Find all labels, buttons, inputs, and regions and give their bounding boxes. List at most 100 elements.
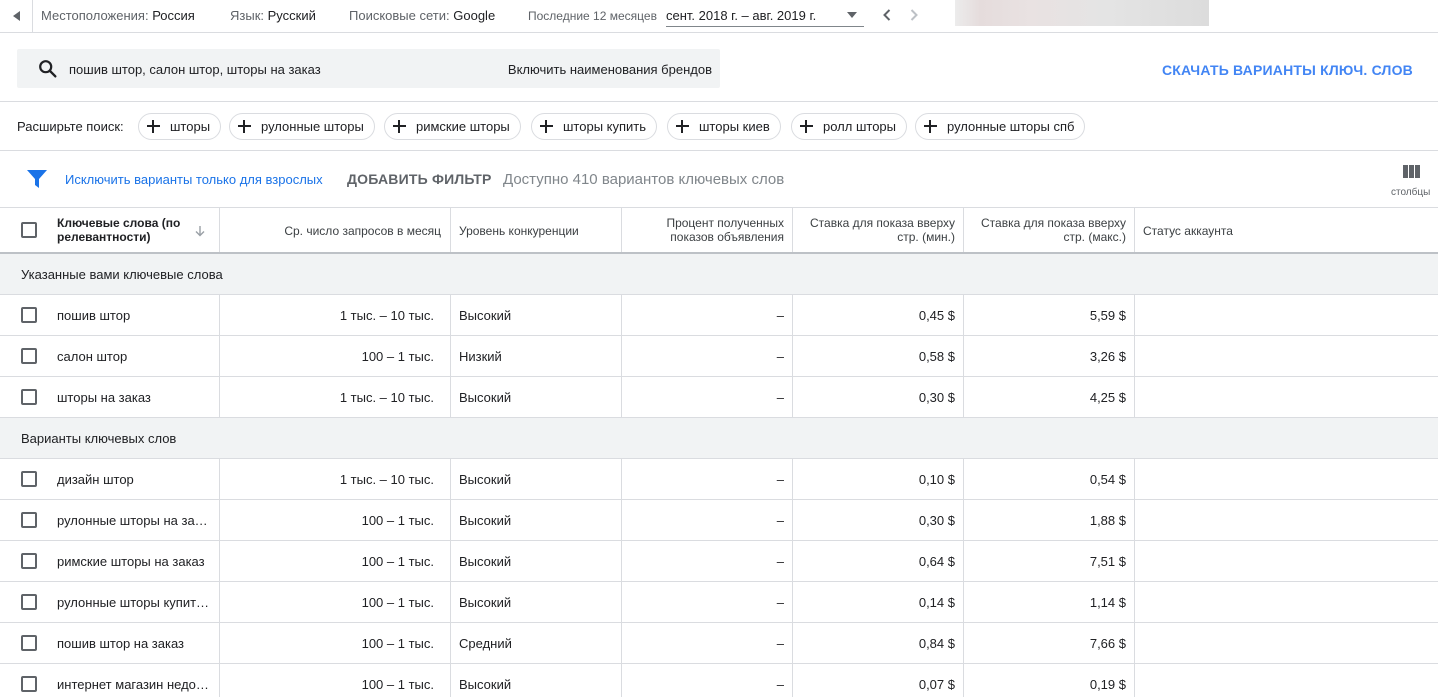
- bid-high-value: 7,51 $: [1089, 554, 1126, 569]
- impression-share-value: –: [776, 513, 784, 528]
- back-button[interactable]: [0, 0, 33, 32]
- keyword-search-box[interactable]: пошив штор, салон штор, шторы на заказ В…: [17, 49, 720, 88]
- impression-share-value: –: [776, 554, 784, 569]
- bid-high-value: 0,54 $: [1089, 472, 1126, 487]
- date-range-value: сент. 2018 г. – авг. 2019 г.: [666, 8, 817, 23]
- expand-chip[interactable]: ролл шторы: [791, 113, 907, 140]
- header-account-status-label: Статус аккаунта: [1143, 224, 1233, 238]
- competition-value: Высокий: [459, 677, 512, 692]
- impression-share-value: –: [776, 390, 784, 405]
- account-status-cell: [1135, 500, 1435, 540]
- keyword-text: рулонные шторы на заказ: [57, 513, 212, 528]
- exclude-adult-filter[interactable]: Исключить варианты только для взрослых: [65, 172, 323, 187]
- columns-button[interactable]: столбцы: [1388, 163, 1434, 199]
- download-keywords-button[interactable]: СКАЧАТЬ ВАРИАНТЫ КЛЮЧ. СЛОВ: [1162, 62, 1413, 78]
- header-impression-share-line1: Процент полученных: [666, 216, 784, 230]
- impression-share-value: –: [776, 636, 784, 651]
- keyword-cell: дизайн штор: [0, 459, 219, 499]
- keyword-cell: рулонные шторы купить …: [0, 582, 219, 622]
- bid-high-value: 5,59 $: [1089, 308, 1126, 323]
- filter-icon[interactable]: [27, 170, 47, 188]
- network-selector[interactable]: Поисковые сети: Google: [349, 8, 495, 23]
- header-keyword[interactable]: Ключевые слова (по релевантности): [0, 208, 219, 252]
- expand-chip[interactable]: рулонные шторы спб: [915, 113, 1086, 140]
- account-status-cell: [1135, 336, 1435, 376]
- expand-chip[interactable]: шторы: [138, 113, 222, 140]
- account-status-cell: [1135, 459, 1435, 499]
- header-bid-low[interactable]: Ставка для показа вверху стр. (мин.): [793, 208, 963, 252]
- searches-value: 1 тыс. – 10 тыс.: [339, 472, 434, 487]
- table-row[interactable]: рулонные шторы на заказ 100 – 1 тыс. Высок…: [0, 500, 1438, 541]
- language-value: Русский: [267, 8, 316, 23]
- header-account-status[interactable]: Статус аккаунта: [1135, 208, 1435, 252]
- expand-chip[interactable]: шторы купить: [531, 113, 658, 140]
- expand-chip[interactable]: шторы киев: [667, 113, 781, 140]
- period-label: Последние 12 месяцев: [528, 9, 657, 23]
- chip-label: рулонные шторы спб: [947, 119, 1075, 134]
- impression-share-value: –: [776, 595, 784, 610]
- table-row[interactable]: салон штор 100 – 1 тыс. Низкий – 0,58 $ 3,26 …: [0, 336, 1438, 377]
- dropdown-arrow-icon: [847, 12, 857, 18]
- bid-low-value: 0,84 $: [918, 636, 955, 651]
- columns-icon: [1403, 165, 1420, 178]
- bid-low-cell: 0,58 $: [793, 336, 963, 376]
- table-row[interactable]: интернет магазин недоро… 100 – 1 тыс. Высо…: [0, 664, 1438, 697]
- header-avg-searches[interactable]: Ср. число запросов в месяц: [220, 208, 450, 252]
- bid-low-value: 0,30 $: [918, 513, 955, 528]
- search-query[interactable]: пошив штор, салон штор, шторы на заказ: [69, 62, 321, 77]
- table-row[interactable]: рулонные шторы купить … 100 – 1 тыс. Высок…: [0, 582, 1438, 623]
- keyword-text: интернет магазин недоро…: [57, 677, 212, 692]
- bid-high-value: 1,14 $: [1089, 595, 1126, 610]
- searches-cell: 100 – 1 тыс.: [220, 623, 450, 663]
- date-range-select[interactable]: сент. 2018 г. – авг. 2019 г.: [666, 0, 864, 27]
- searches-cell: 100 – 1 тыс.: [220, 336, 450, 376]
- header-impression-share[interactable]: Процент полученных показов объявления: [622, 208, 792, 252]
- keyword-text: шторы на заказ: [57, 390, 151, 405]
- bid-low-cell: 0,45 $: [793, 295, 963, 335]
- group-title: Варианты ключевых слов: [21, 431, 177, 446]
- impression-share-cell: –: [622, 377, 792, 417]
- keyword-cell: римские шторы на заказ: [0, 541, 219, 581]
- include-brands-toggle[interactable]: Включить наименования брендов: [508, 62, 712, 77]
- keyword-cell: пошив штор на заказ: [0, 623, 219, 663]
- account-status-cell: [1135, 623, 1435, 663]
- table-row[interactable]: пошив штор на заказ 100 – 1 тыс. Средний – 0…: [0, 623, 1438, 664]
- bid-low-value: 0,64 $: [918, 554, 955, 569]
- competition-cell: Высокий: [451, 377, 621, 417]
- plus-icon: [540, 120, 553, 133]
- prev-period-button[interactable]: [877, 5, 897, 25]
- competition-value: Средний: [459, 636, 512, 651]
- competition-value: Низкий: [459, 349, 502, 364]
- network-label: Поисковые сети:: [349, 8, 450, 23]
- competition-cell: Высокий: [451, 500, 621, 540]
- expand-chip[interactable]: рулонные шторы: [229, 113, 375, 140]
- columns-label: столбцы: [1391, 187, 1431, 198]
- bid-high-cell: 0,54 $: [964, 459, 1134, 499]
- table-row[interactable]: пошив штор 1 тыс. – 10 тыс. Высокий – 0,45 $…: [0, 295, 1438, 336]
- bid-high-cell: 4,25 $: [964, 377, 1134, 417]
- add-filter-button[interactable]: ДОБАВИТЬ ФИЛЬТР: [347, 171, 492, 187]
- header-bid-high-line2: стр. (макс.): [1063, 230, 1126, 244]
- table-row[interactable]: шторы на заказ 1 тыс. – 10 тыс. Высокий – 0,…: [0, 377, 1438, 418]
- header-competition[interactable]: Уровень конкуренции: [451, 208, 621, 252]
- bid-high-cell: 3,26 $: [964, 336, 1134, 376]
- keyword-cell: шторы на заказ: [0, 377, 219, 417]
- table-row[interactable]: дизайн штор 1 тыс. – 10 тыс. Высокий – 0,10 …: [0, 459, 1438, 500]
- bid-low-cell: 0,14 $: [793, 582, 963, 622]
- header-bid-high[interactable]: Ставка для показа вверху стр. (макс.): [964, 208, 1134, 252]
- competition-cell: Высокий: [451, 582, 621, 622]
- chip-label: шторы киев: [699, 119, 770, 134]
- bid-high-cell: 1,14 $: [964, 582, 1134, 622]
- bid-high-value: 3,26 $: [1089, 349, 1126, 364]
- table-row[interactable]: римские шторы на заказ 100 – 1 тыс. Высоки…: [0, 541, 1438, 582]
- next-period-button[interactable]: [904, 5, 924, 25]
- competition-value: Высокий: [459, 308, 512, 323]
- expand-chip[interactable]: римские шторы: [384, 113, 521, 140]
- bid-high-value: 0,19 $: [1089, 677, 1126, 692]
- bid-high-cell: 5,59 $: [964, 295, 1134, 335]
- chip-label: шторы купить: [563, 119, 647, 134]
- location-selector[interactable]: Местоположения: Россия: [41, 8, 195, 23]
- bid-low-value: 0,07 $: [918, 677, 955, 692]
- language-selector[interactable]: Язык: Русский: [230, 8, 316, 23]
- competition-value: Высокий: [459, 390, 512, 405]
